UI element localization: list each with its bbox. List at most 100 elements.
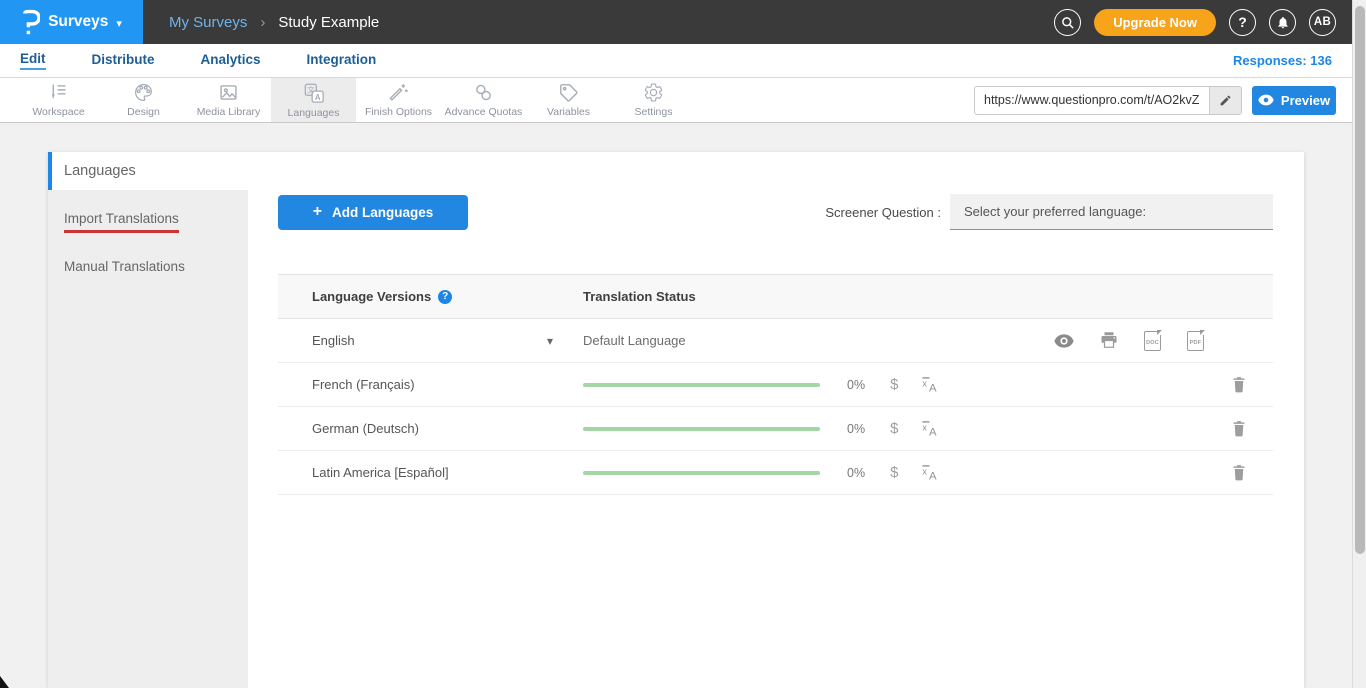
survey-url-field[interactable]: https://www.questionpro.com/t/AO2kvZ bbox=[974, 86, 1242, 115]
delete-language-button[interactable] bbox=[1232, 464, 1246, 481]
toolbar-item-advance-quotas[interactable]: Advance Quotas bbox=[441, 78, 526, 122]
scrollbar-thumb[interactable] bbox=[1355, 6, 1365, 554]
svg-text:A: A bbox=[929, 427, 937, 437]
edit-url-button[interactable] bbox=[1209, 87, 1241, 114]
tab-distribute[interactable]: Distribute bbox=[92, 52, 155, 69]
user-avatar[interactable]: AB bbox=[1309, 9, 1336, 36]
search-button[interactable] bbox=[1054, 9, 1081, 36]
add-languages-button[interactable]: + Add Languages bbox=[278, 195, 468, 230]
main-content: + Add Languages Screener Question : Sele… bbox=[248, 190, 1304, 688]
default-language-label: Default Language bbox=[583, 333, 686, 348]
svg-text:x: x bbox=[923, 466, 928, 476]
toolbar-item-media-library[interactable]: Media Library bbox=[186, 78, 271, 122]
preview-eye-icon[interactable] bbox=[1054, 334, 1074, 348]
pencil-icon bbox=[1219, 94, 1232, 107]
topbar: Surveys ▾ My Surveys › Study Example Upg… bbox=[0, 0, 1366, 44]
translation-progress-bar bbox=[583, 427, 820, 431]
tag-icon bbox=[558, 82, 579, 103]
table-row-german: German (Deutsch) 0% $ xA bbox=[278, 407, 1273, 451]
tab-edit[interactable]: Edit bbox=[20, 51, 46, 70]
table-row-french: French (Français) 0% $ xA bbox=[278, 363, 1273, 407]
svg-text:A: A bbox=[314, 92, 320, 101]
export-doc-icon[interactable]: DOC bbox=[1144, 331, 1161, 351]
product-switcher[interactable]: Surveys ▾ bbox=[0, 0, 143, 44]
paid-translation-icon[interactable]: $ bbox=[890, 464, 898, 481]
notifications-button[interactable] bbox=[1269, 9, 1296, 36]
cursor-artifact bbox=[0, 676, 9, 688]
language-name: German (Deutsch) bbox=[312, 421, 419, 436]
paid-translation-icon[interactable]: $ bbox=[890, 420, 898, 437]
breadcrumb-my-surveys[interactable]: My Surveys bbox=[169, 14, 247, 31]
table-header: Language Versions ? Translation Status bbox=[278, 274, 1273, 319]
toolbar-item-languages[interactable]: 文A Languages bbox=[271, 78, 356, 122]
svg-text:x: x bbox=[923, 378, 928, 388]
translation-percent: 0% bbox=[847, 422, 865, 436]
bell-icon bbox=[1276, 15, 1290, 30]
translation-progress-bar bbox=[583, 383, 820, 387]
print-icon[interactable] bbox=[1100, 332, 1118, 349]
questionpro-logo bbox=[21, 9, 40, 35]
table-row-latin-america: Latin America [Español] 0% $ xA bbox=[278, 451, 1273, 495]
search-icon bbox=[1060, 15, 1075, 30]
help-icon[interactable]: ? bbox=[438, 290, 452, 304]
svg-text:x: x bbox=[923, 422, 928, 432]
column-language-versions: Language Versions bbox=[312, 289, 431, 304]
palette-icon bbox=[133, 82, 154, 103]
languages-icon: 文A bbox=[303, 82, 325, 104]
page-background: Languages Import Translations Manual Tra… bbox=[0, 123, 1366, 688]
translate-icon[interactable]: xA bbox=[920, 420, 939, 437]
toolbar-right: https://www.questionpro.com/t/AO2kvZ Pre… bbox=[974, 78, 1336, 122]
eye-icon bbox=[1258, 94, 1274, 106]
column-translation-status: Translation Status bbox=[583, 289, 696, 304]
toolbar-item-design[interactable]: Design bbox=[101, 78, 186, 122]
app-window: Surveys ▾ My Surveys › Study Example Upg… bbox=[0, 0, 1366, 688]
breadcrumb-separator-icon: › bbox=[260, 14, 265, 31]
translate-icon[interactable]: xA bbox=[920, 464, 939, 481]
card-header: Languages bbox=[48, 152, 1304, 190]
svg-text:A: A bbox=[929, 383, 937, 393]
chain-links-icon bbox=[473, 82, 494, 103]
help-button[interactable]: ? bbox=[1229, 9, 1256, 36]
languages-table: Language Versions ? Translation Status E… bbox=[278, 274, 1273, 495]
language-name: English bbox=[312, 333, 355, 348]
sidebar: Import Translations Manual Translations bbox=[48, 190, 248, 688]
export-pdf-icon[interactable]: PDF bbox=[1187, 331, 1204, 351]
preview-button[interactable]: Preview bbox=[1252, 86, 1336, 115]
screener-question-select[interactable]: Select your preferred language: bbox=[950, 194, 1273, 230]
active-section-accent bbox=[48, 152, 52, 190]
upgrade-now-button[interactable]: Upgrade Now bbox=[1094, 9, 1216, 36]
languages-card: Languages Import Translations Manual Tra… bbox=[48, 152, 1304, 688]
svg-text:A: A bbox=[929, 471, 937, 481]
toolbar-item-settings[interactable]: Settings bbox=[611, 78, 696, 122]
responses-count[interactable]: Responses: 136 bbox=[1233, 53, 1332, 68]
language-dropdown-caret-icon[interactable]: ▾ bbox=[547, 334, 553, 348]
tab-analytics[interactable]: Analytics bbox=[201, 52, 261, 69]
translation-progress-bar bbox=[583, 471, 820, 475]
image-icon bbox=[218, 82, 239, 103]
screener-question-label: Screener Question : bbox=[825, 205, 941, 220]
screener-question-group: Screener Question : Select your preferre… bbox=[825, 194, 1273, 230]
toolbar-item-finish-options[interactable]: Finish Options bbox=[356, 78, 441, 122]
sidebar-item-manual-translations[interactable]: Manual Translations bbox=[48, 259, 248, 274]
tab-integration[interactable]: Integration bbox=[307, 52, 377, 69]
plus-icon: + bbox=[313, 203, 322, 221]
trash-icon bbox=[1232, 464, 1246, 481]
gear-icon bbox=[643, 82, 664, 103]
trash-icon bbox=[1232, 420, 1246, 437]
translation-percent: 0% bbox=[847, 466, 865, 480]
delete-language-button[interactable] bbox=[1232, 420, 1246, 437]
vertical-scrollbar[interactable] bbox=[1352, 0, 1366, 688]
workspace-icon bbox=[48, 82, 69, 103]
edit-toolbar: Workspace Design Media Library 文A Langua… bbox=[0, 78, 1366, 123]
translation-percent: 0% bbox=[847, 378, 865, 392]
translate-icon[interactable]: xA bbox=[920, 376, 939, 393]
breadcrumb: My Surveys › Study Example bbox=[169, 14, 379, 31]
chevron-down-icon: ▾ bbox=[116, 17, 122, 30]
delete-language-button[interactable] bbox=[1232, 376, 1246, 393]
page-title: Languages bbox=[64, 163, 136, 179]
toolbar-item-workspace[interactable]: Workspace bbox=[16, 78, 101, 122]
survey-url-value[interactable]: https://www.questionpro.com/t/AO2kvZ bbox=[975, 93, 1209, 107]
toolbar-item-variables[interactable]: Variables bbox=[526, 78, 611, 122]
sidebar-item-import-translations[interactable]: Import Translations bbox=[48, 211, 248, 233]
paid-translation-icon[interactable]: $ bbox=[890, 376, 898, 393]
